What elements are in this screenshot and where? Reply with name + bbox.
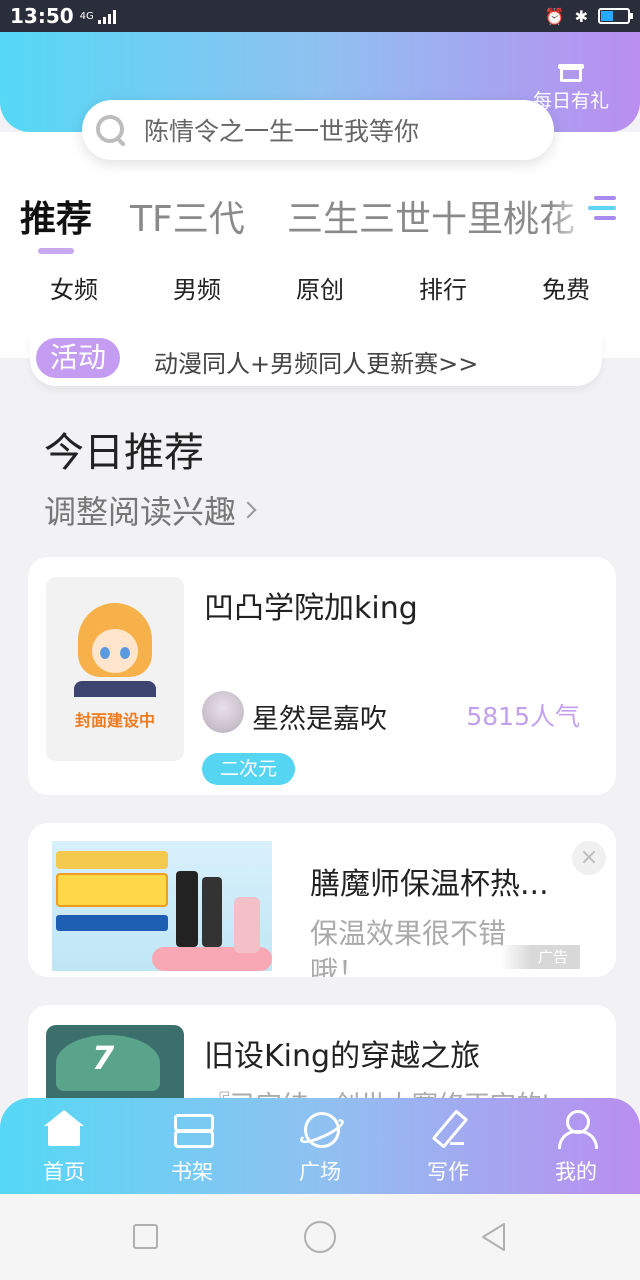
category-ranking[interactable]: 排行 xyxy=(393,270,493,305)
category-free[interactable]: 免费 xyxy=(516,270,616,305)
close-icon[interactable]: × xyxy=(572,841,606,875)
tab-recommend[interactable]: 推荐 xyxy=(20,190,92,242)
search-icon xyxy=(94,113,128,147)
ad-card[interactable]: 膳魔师保温杯热... 保温效果很不错哦！ × 广告 xyxy=(28,823,616,977)
book-cover: 封面建设中 xyxy=(46,577,184,761)
section-title: 今日推荐 xyxy=(44,430,204,476)
category-row: 女频 男频 原创 排行 免费 xyxy=(0,270,640,310)
activity-banner[interactable]: 活动 动漫同人+男频同人更新赛>> xyxy=(30,332,602,386)
bookshelf-icon xyxy=(172,1110,214,1148)
search-placeholder: 陈情令之一生一世我等你 xyxy=(144,117,420,146)
adjust-interest-link[interactable]: 调整阅读兴趣 xyxy=(44,487,257,533)
tab-tf3[interactable]: TF三代 xyxy=(130,190,245,242)
category-original[interactable]: 原创 xyxy=(270,270,370,305)
back-button[interactable] xyxy=(480,1222,508,1252)
network-type: 4G xyxy=(79,10,94,22)
gift-icon xyxy=(558,60,584,82)
ad-label: 广告 xyxy=(500,945,580,969)
system-nav-bar xyxy=(0,1194,640,1280)
author-name: 星然是嘉吹 xyxy=(252,704,387,735)
category-male[interactable]: 男频 xyxy=(147,270,247,305)
battery-icon xyxy=(598,8,633,24)
status-bar: 13:50 4G ⏰ ✱ xyxy=(0,0,640,32)
popularity-count: 5815人气 xyxy=(466,702,580,731)
home-button[interactable] xyxy=(304,1221,336,1253)
book-title: 旧设King的穿越之旅 xyxy=(204,1039,481,1074)
nav-label: 广场 xyxy=(299,1160,341,1184)
category-female[interactable]: 女频 xyxy=(24,270,124,305)
channel-tabs: 推荐 TF三代 三生三世十里桃花 xyxy=(0,190,640,250)
adjust-interest-label: 调整阅读兴趣 xyxy=(44,493,237,531)
nav-write[interactable]: 写作 xyxy=(398,1110,498,1186)
ad-description: 保温效果很不错哦！ xyxy=(310,917,507,977)
book-card[interactable]: 封面建设中 凹凸学院加king 星然是嘉吹 5815人气 二次元 xyxy=(28,557,616,795)
nav-label: 我的 xyxy=(555,1160,597,1184)
author-avatar xyxy=(202,691,244,733)
pen-icon xyxy=(428,1110,468,1148)
home-icon xyxy=(44,1110,84,1148)
nav-plaza[interactable]: 广场 xyxy=(270,1110,370,1186)
active-tab-indicator xyxy=(38,248,74,254)
nav-label: 写作 xyxy=(427,1160,469,1184)
nav-label: 书架 xyxy=(171,1160,213,1184)
status-time: 13:50 xyxy=(10,4,74,28)
user-icon xyxy=(556,1110,598,1149)
planet-icon xyxy=(300,1110,340,1148)
channel-menu-icon[interactable] xyxy=(586,194,620,224)
nav-me[interactable]: 我的 xyxy=(526,1110,626,1186)
activity-text: 动漫同人+男频同人更新赛>> xyxy=(154,350,479,378)
activity-badge: 活动 xyxy=(36,338,120,378)
tab-sansheng[interactable]: 三生三世十里桃花 xyxy=(287,190,575,242)
search-bar[interactable]: 陈情令之一生一世我等你 xyxy=(82,100,554,160)
nav-bookshelf[interactable]: 书架 xyxy=(142,1110,242,1186)
bottom-nav: 首页 书架 广场 写作 我的 xyxy=(0,1098,640,1194)
bluetooth-icon: ✱ xyxy=(574,6,588,26)
nav-home[interactable]: 首页 xyxy=(14,1110,114,1186)
cover-caption: 封面建设中 xyxy=(74,711,155,730)
alarm-icon: ⏰ xyxy=(544,6,565,26)
nav-label: 首页 xyxy=(43,1160,85,1184)
ad-title: 膳魔师保温杯热... xyxy=(310,867,549,902)
ad-image xyxy=(52,841,272,971)
genre-tag[interactable]: 二次元 xyxy=(202,753,296,785)
book-title: 凹凸学院加king xyxy=(204,591,418,626)
signal-icon xyxy=(97,8,116,24)
recent-apps-button[interactable] xyxy=(133,1224,158,1249)
chevron-right-icon xyxy=(239,501,257,519)
